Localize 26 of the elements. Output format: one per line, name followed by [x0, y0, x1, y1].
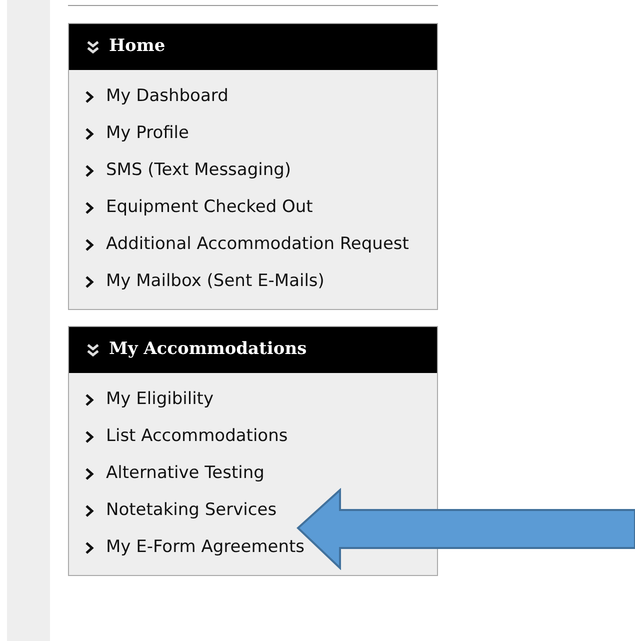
chevron-icon [85, 505, 94, 517]
panel-title: Home [109, 35, 166, 58]
chevron-icon [85, 468, 94, 480]
chevron-icon [85, 239, 94, 251]
chevron-icon [85, 542, 94, 554]
menu-link[interactable]: Equipment Checked Out [106, 195, 313, 220]
chevron-icon [85, 276, 94, 288]
menu-link[interactable]: My E-Form Agreements [106, 535, 305, 560]
chevron-icon [85, 165, 94, 177]
chevron-icon [85, 202, 94, 214]
chevron-icon [85, 128, 94, 140]
menu-link[interactable]: My Eligibility [106, 387, 214, 412]
menu-link[interactable]: Notetaking Services [106, 498, 277, 523]
double-chevron-icon [87, 344, 99, 356]
chevron-icon [85, 91, 94, 103]
menu-link[interactable]: Alternative Testing [106, 461, 264, 486]
chevron-icon [85, 394, 94, 406]
menu-link[interactable]: My Mailbox (Sent E-Mails) [106, 269, 324, 294]
double-chevron-icon [87, 40, 99, 54]
panel-title: My Accommodations [109, 338, 307, 362]
menu-link[interactable]: SMS (Text Messaging) [106, 158, 292, 183]
menu-link[interactable]: Additional Accommodation Request [106, 232, 409, 257]
chevron-icon [85, 431, 94, 443]
menu-link[interactable]: My Profile [106, 121, 189, 146]
menu-link[interactable]: My Dashboard [106, 84, 228, 109]
menu-link[interactable]: List Accommodations [106, 424, 288, 449]
